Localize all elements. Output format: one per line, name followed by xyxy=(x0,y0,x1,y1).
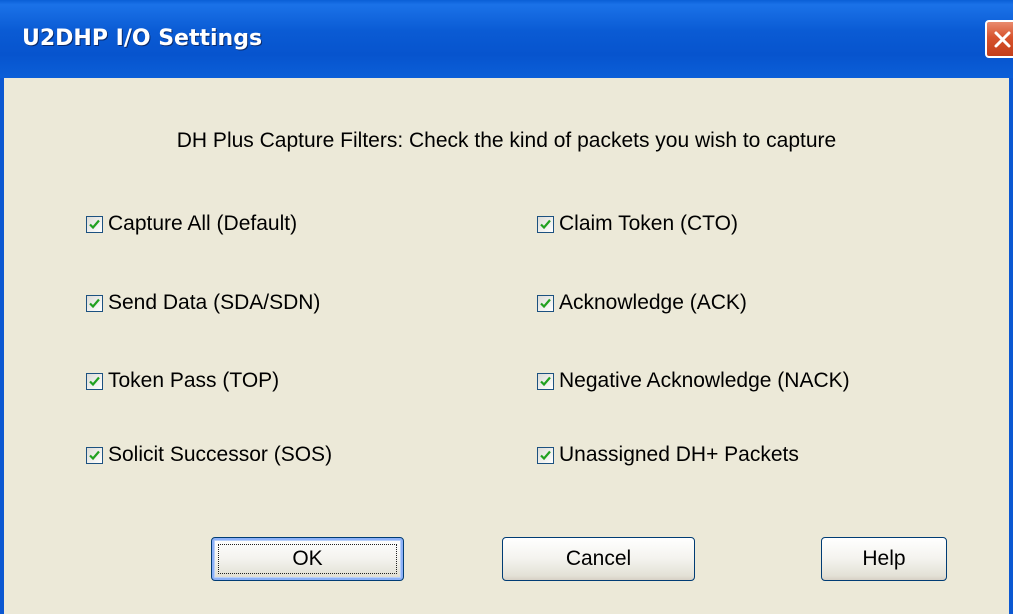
help-button-label: Help xyxy=(862,547,906,570)
ok-button[interactable]: OK xyxy=(211,537,404,581)
checkbox-unassigned-packets[interactable]: Unassigned DH+ Packets xyxy=(537,443,799,467)
title-bar[interactable]: U2DHP I/O Settings xyxy=(0,0,1013,78)
window-title: U2DHP I/O Settings xyxy=(22,26,263,51)
instruction-text: DH Plus Capture Filters: Check the kind … xyxy=(176,129,837,152)
checkbox-box[interactable] xyxy=(86,294,103,312)
checkbox-label: Unassigned DH+ Packets xyxy=(559,443,799,466)
checkbox-label: Negative Acknowledge (NACK) xyxy=(559,369,850,392)
checkmark-icon xyxy=(89,376,100,386)
checkbox-label: Send Data (SDA/SDN) xyxy=(108,291,321,314)
checkbox-box[interactable] xyxy=(86,446,103,464)
checkbox-label: Claim Token (CTO) xyxy=(559,212,738,235)
help-button[interactable]: Help xyxy=(821,537,947,581)
checkmark-icon xyxy=(89,219,100,229)
checkmark-icon xyxy=(540,376,551,386)
checkbox-capture-all[interactable]: Capture All (Default) xyxy=(86,212,297,236)
focus-rectangle xyxy=(218,544,397,574)
checkmark-icon xyxy=(540,450,551,460)
checkbox-claim-token[interactable]: Claim Token (CTO) xyxy=(537,212,738,236)
close-icon xyxy=(994,31,1011,48)
checkbox-box[interactable] xyxy=(86,215,103,233)
checkbox-box[interactable] xyxy=(537,294,554,312)
checkmark-icon xyxy=(540,219,551,229)
checkmark-icon xyxy=(89,298,100,308)
window-border-left xyxy=(0,78,4,614)
checkbox-label: Solicit Successor (SOS) xyxy=(108,443,333,466)
settings-dialog: U2DHP I/O Settings DH Plus Capture Filte… xyxy=(0,0,1013,614)
checkbox-label: Token Pass (TOP) xyxy=(108,369,280,392)
checkbox-label: Acknowledge (ACK) xyxy=(559,291,747,314)
checkbox-token-pass[interactable]: Token Pass (TOP) xyxy=(86,369,279,393)
checkmark-icon xyxy=(89,450,100,460)
close-button[interactable] xyxy=(985,20,1013,58)
window-border-right xyxy=(1009,78,1013,614)
checkbox-box[interactable] xyxy=(537,215,554,233)
cancel-button[interactable]: Cancel xyxy=(502,537,695,581)
checkbox-acknowledge[interactable]: Acknowledge (ACK) xyxy=(537,291,747,315)
checkbox-box[interactable] xyxy=(86,372,103,390)
checkbox-solicit-successor[interactable]: Solicit Successor (SOS) xyxy=(86,443,332,467)
checkbox-negative-acknowledge[interactable]: Negative Acknowledge (NACK) xyxy=(537,369,850,393)
checkbox-send-data[interactable]: Send Data (SDA/SDN) xyxy=(86,291,320,315)
checkbox-label: Capture All (Default) xyxy=(108,212,298,235)
cancel-button-label: Cancel xyxy=(565,547,632,570)
checkbox-box[interactable] xyxy=(537,446,554,464)
checkbox-box[interactable] xyxy=(537,372,554,390)
checkmark-icon xyxy=(540,298,551,308)
